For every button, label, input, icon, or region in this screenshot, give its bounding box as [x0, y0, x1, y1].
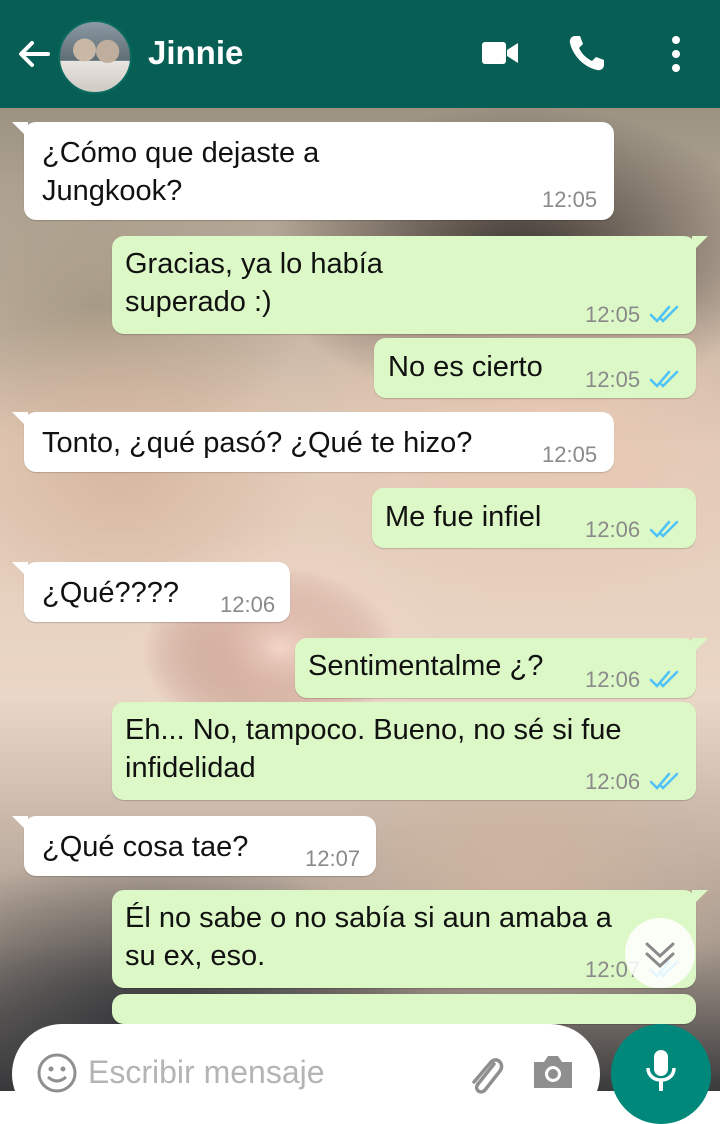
read-receipt-icon — [649, 520, 679, 538]
outgoing-message[interactable]: Gracias, ya lo había superado :) 12:05 — [112, 236, 708, 334]
message-text: ¿Cómo que dejaste a Jungkook? — [42, 137, 320, 207]
message-text: Gracias, ya lo había superado :) — [125, 248, 383, 318]
read-receipt-icon — [649, 305, 679, 323]
bubble-tail — [12, 562, 28, 578]
bubble-tail — [12, 412, 28, 428]
message-text: ¿Qué cosa tae? — [42, 831, 249, 863]
outgoing-message[interactable]: Eh... No, tampoco. Bueno, no sé si fue i… — [112, 702, 696, 800]
phone-icon[interactable] — [566, 32, 608, 74]
message-time: 12:06 — [585, 517, 641, 542]
message-time: 12:05 — [585, 302, 641, 327]
read-receipt-icon — [649, 670, 679, 688]
outgoing-message[interactable] — [112, 994, 696, 1024]
microphone-icon — [646, 1050, 676, 1091]
incoming-message[interactable]: ¿Cómo que dejaste a Jungkook? 12:05 — [12, 122, 614, 220]
bubble-tail — [12, 122, 28, 138]
bubble-tail — [692, 236, 708, 252]
read-receipt-icon — [649, 370, 679, 388]
message-text: Me fue infiel — [385, 501, 542, 533]
chat-header: Jinnie — [0, 0, 720, 108]
outgoing-message[interactable]: Él no sabe o no sabía si aun amaba a su … — [112, 890, 708, 988]
emoji-icon[interactable] — [36, 1052, 78, 1094]
read-receipt-icon — [649, 772, 679, 790]
message-text: No es cierto — [388, 351, 543, 383]
outgoing-message[interactable]: Me fue infiel 12:06 — [372, 488, 696, 548]
message-time: 12:07 — [305, 846, 361, 871]
microphone-button[interactable] — [611, 1024, 711, 1124]
scroll-down-button[interactable] — [625, 918, 695, 988]
message-composer: Escribir mensaje — [12, 1024, 600, 1124]
paperclip-icon[interactable] — [464, 1050, 508, 1100]
message-text: Él no sabe o no sabía si aun amaba a su … — [125, 902, 612, 972]
chevron-double-down-icon — [645, 942, 675, 969]
message-text: Sentimentalme ¿? — [308, 650, 544, 682]
message-time: 12:05 — [542, 187, 598, 212]
message-input[interactable]: Escribir mensaje — [88, 1054, 325, 1091]
incoming-message[interactable]: ¿Qué cosa tae? 12:07 — [12, 816, 376, 876]
camera-icon[interactable] — [530, 1052, 576, 1092]
video-camera-icon[interactable] — [480, 38, 520, 68]
message-text: ¿Qué???? — [42, 577, 180, 609]
outgoing-message[interactable]: Sentimentalme ¿? 12:06 — [295, 638, 708, 698]
incoming-message[interactable]: ¿Qué???? 12:06 — [12, 562, 290, 622]
message-time: 12:06 — [585, 667, 641, 692]
incoming-message[interactable]: Tonto, ¿qué pasó? ¿Qué te hizo? 12:05 — [12, 412, 614, 472]
message-time: 12:06 — [220, 592, 276, 617]
avatar[interactable] — [58, 20, 132, 94]
message-time: 12:06 — [585, 769, 641, 794]
bubble-tail — [692, 890, 708, 906]
outgoing-message[interactable]: No es cierto 12:05 — [374, 338, 696, 398]
bubble-tail — [692, 638, 708, 654]
contact-name[interactable]: Jinnie — [148, 34, 243, 72]
message-text: Tonto, ¿qué pasó? ¿Qué te hizo? — [42, 427, 473, 459]
arrow-left-icon[interactable] — [14, 34, 54, 74]
message-time: 12:05 — [542, 442, 598, 467]
bubble-tail — [12, 816, 28, 832]
more-vertical-icon[interactable] — [666, 34, 686, 74]
message-text: Eh... No, tampoco. Bueno, no sé si fue i… — [125, 714, 622, 784]
message-time: 12:05 — [585, 367, 641, 392]
